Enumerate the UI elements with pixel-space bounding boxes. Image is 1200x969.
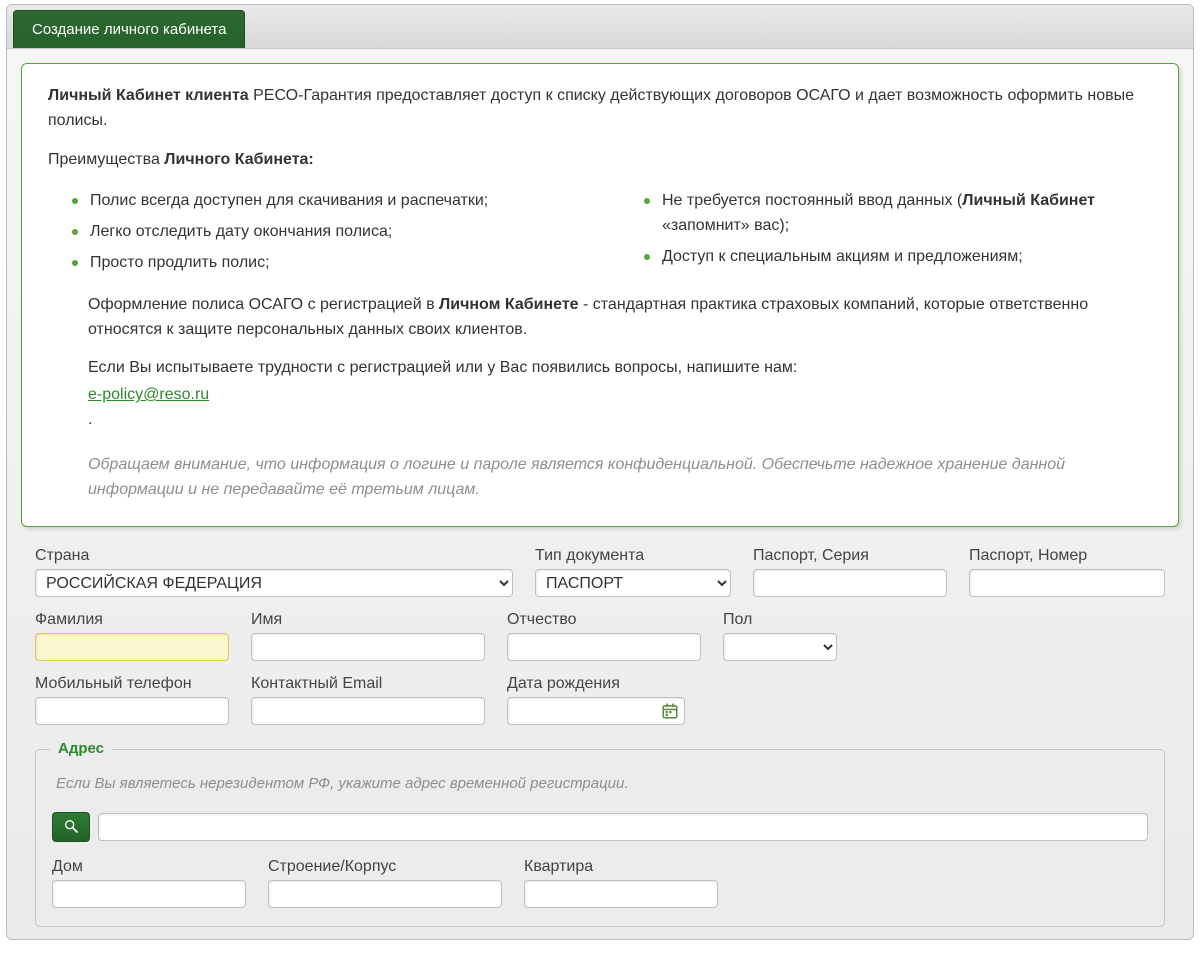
adv-item: Полис всегда доступен для скачивания и р… [76,186,580,217]
doc-type-select[interactable]: ПАСПОРТ [535,569,731,597]
address-search-button[interactable] [52,812,90,842]
passport-number-input[interactable] [969,569,1165,597]
tab-create-account[interactable]: Создание личного кабинета [13,10,245,48]
info-para3: Если Вы испытываете трудности с регистра… [88,356,1152,381]
advantages-left: Полис всегда доступен для скачивания и р… [48,186,580,278]
dot: . [88,408,1152,433]
support-email-link[interactable]: e-policy@reso.ru [88,386,209,403]
adv-item: Доступ к специальным акциям и предложени… [648,242,1152,273]
adv-bold: Личного Кабинета: [164,151,313,168]
address-fieldset: Адрес Если Вы являетесь нерезидентом РФ,… [35,749,1165,927]
tab-bar: Создание личного кабинета [7,5,1193,49]
address-hint: Если Вы являетесь нерезидентом РФ, укажи… [56,775,1148,792]
passport-series-input[interactable] [753,569,947,597]
confidentiality-note: Обращаем внимание, что информация о логи… [48,453,1152,503]
sex-select[interactable] [723,633,837,661]
email-input[interactable] [251,697,485,725]
label-doc-type: Тип документа [535,547,731,565]
address-search-input[interactable] [98,813,1148,841]
adv-item: Легко отследить дату окончания полиса; [76,217,580,248]
lastname-input[interactable] [35,633,229,661]
label-country: Страна [35,547,513,565]
building-input[interactable] [268,880,502,908]
adv-item: Не требуется постоянный ввод данных (Лич… [648,186,1152,242]
address-legend: Адрес [50,740,112,757]
info-para2: Оформление полиса ОСАГО с регистрацией в… [88,293,1152,343]
label-building: Строение/Корпус [268,858,502,876]
calendar-icon[interactable] [661,702,679,720]
label-passport-series: Паспорт, Серия [753,547,947,565]
country-select[interactable]: РОССИЙСКАЯ ФЕДЕРАЦИЯ [35,569,513,597]
label-flat: Квартира [524,858,718,876]
label-firstname: Имя [251,611,485,629]
info-sub: Оформление полиса ОСАГО с регистрацией в… [48,293,1152,433]
info-panel: Личный Кабинет клиента РЕСО-Гарантия пре… [21,63,1179,527]
app-window: Создание личного кабинета Личный Кабинет… [6,4,1194,940]
advantages-right: Не требуется постоянный ввод данных (Лич… [620,186,1152,278]
label-phone: Мобильный телефон [35,675,229,693]
info-lead-bold: Личный Кабинет клиента [48,87,249,104]
label-dob: Дата рождения [507,675,685,693]
house-input[interactable] [52,880,246,908]
label-lastname: Фамилия [35,611,229,629]
content: Личный Кабинет клиента РЕСО-Гарантия пре… [7,49,1193,927]
flat-input[interactable] [524,880,718,908]
advantages-title: Преимущества Личного Кабинета: [48,148,1152,173]
phone-input[interactable] [35,697,229,725]
info-lead: Личный Кабинет клиента РЕСО-Гарантия пре… [48,84,1152,134]
registration-form: Страна РОССИЙСКАЯ ФЕДЕРАЦИЯ Тип документ… [21,527,1179,745]
search-icon [63,818,79,837]
adv-item: Просто продлить полис; [76,248,580,279]
label-passport-number: Паспорт, Номер [969,547,1165,565]
tab-label: Создание личного кабинета [32,21,226,38]
adv-prefix: Преимущества [48,151,164,168]
label-house: Дом [52,858,246,876]
advantages-columns: Полис всегда доступен для скачивания и р… [48,186,1152,278]
label-email: Контактный Email [251,675,485,693]
label-sex: Пол [723,611,837,629]
dob-input[interactable] [507,697,685,725]
middlename-input[interactable] [507,633,701,661]
label-middlename: Отчество [507,611,701,629]
firstname-input[interactable] [251,633,485,661]
